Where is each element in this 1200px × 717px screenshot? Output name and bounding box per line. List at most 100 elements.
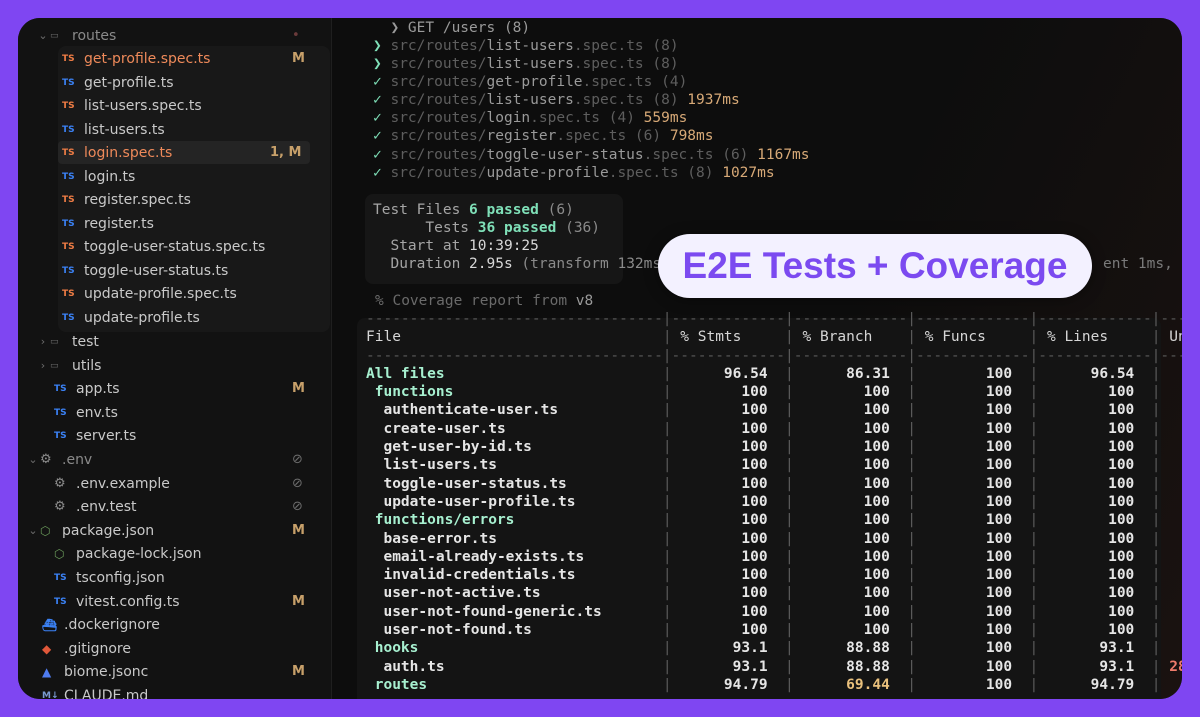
uncovered-lines-value	[1160, 476, 1169, 492]
table-row: authenticate-user.ts | 100 | 100 | 100 |…	[366, 401, 1182, 419]
folder-icon: ▭	[50, 30, 59, 41]
check-icon: ✓	[373, 165, 391, 181]
file-name: CLAUDE.md	[64, 687, 149, 700]
file-tree-item[interactable]: TS register.ts	[18, 212, 332, 235]
file-tree-item[interactable]: ⚙ .env.test ⊘	[18, 495, 332, 518]
coverage-stmts-value: 100	[671, 475, 786, 492]
table-row: functions/errors | 100 | 100 | 100 | 100…	[366, 511, 1182, 529]
column-separator: |	[785, 658, 794, 675]
file-name: login.spec.ts	[84, 144, 173, 161]
coverage-file-name: user-not-active.ts	[366, 585, 663, 602]
table-row: user-not-active.ts | 100 | 100 | 100 | 1…	[366, 584, 1182, 602]
coverage-lines-value: 100	[1038, 567, 1152, 584]
file-name: toggle-user-status.spec.ts	[84, 238, 266, 255]
file-name: get-profile.ts	[84, 74, 174, 91]
coverage-file-name: list-users.ts	[366, 457, 663, 474]
coverage-stmts-value: 100	[671, 439, 786, 456]
file-tree-item[interactable]: ⌄ ⚙ .env ⊘	[18, 448, 332, 471]
coverage-lines-value: 100	[1038, 493, 1152, 510]
check-icon: ✓	[373, 110, 391, 126]
file-name: biome.jsonc	[64, 663, 149, 680]
chevron-down-icon[interactable]: ⌄	[26, 524, 40, 537]
table-row: get-user-by-id.ts | 100 | 100 | 100 | 10…	[366, 438, 1182, 456]
file-tree-item[interactable]: ⚙ .env.example ⊘	[18, 472, 332, 495]
file-tree-item[interactable]: TS get-profile.spec.ts M	[18, 47, 332, 70]
column-separator: |	[785, 493, 794, 510]
column-separator: |	[1029, 512, 1039, 529]
coverage-file-name: get-user-by-id.ts	[366, 439, 663, 456]
column-separator: |	[1029, 365, 1039, 382]
file-name: tsconfig.json	[76, 569, 165, 586]
coverage-lines-value: 100	[1038, 402, 1152, 419]
file-tree-item[interactable]: ⬡ package-lock.json	[18, 542, 332, 565]
column-separator: |	[662, 365, 672, 382]
file-tree-item[interactable]: ⌄ ▭ routes •	[18, 24, 332, 47]
file-tree-item[interactable]: TS vitest.config.ts M	[18, 590, 332, 613]
typescript-icon: TS	[62, 312, 75, 323]
file-tree-item[interactable]: ⛴ .dockerignore	[18, 613, 332, 636]
coverage-stmts-value: 100	[671, 402, 786, 419]
coverage-stmts-value: 100	[671, 603, 786, 620]
file-name: package.json	[62, 522, 155, 539]
test-result-line: ✓ src/routes/update-profile.spec.ts (8) …	[373, 164, 775, 182]
typescript-test-icon: TS	[62, 53, 75, 64]
tsconfig-icon: TS	[54, 572, 67, 583]
coverage-stmts-value: 100	[671, 384, 786, 401]
column-separator: |	[1029, 457, 1039, 474]
chevron-right-icon[interactable]: ›	[36, 359, 50, 372]
uncovered-lines-value	[1160, 549, 1169, 565]
coverage-lines-value: 100	[1038, 530, 1152, 547]
file-tree-item[interactable]: TS update-profile.spec.ts	[18, 282, 332, 305]
git-status-badge: ⊘	[292, 452, 303, 467]
column-separator: |	[1029, 567, 1039, 584]
file-tree-item[interactable]: TS server.ts	[18, 424, 332, 447]
check-icon: ✓	[373, 92, 391, 108]
file-tree-item[interactable]: TS login.ts	[18, 165, 332, 188]
test-ms: 1167ms	[748, 147, 810, 163]
file-tree-item[interactable]: › ▭ test	[18, 330, 332, 353]
chevron-down-icon[interactable]: ⌄	[36, 29, 50, 42]
file-tree-item[interactable]: TS env.ts	[18, 401, 332, 424]
file-name: list-users.spec.ts	[84, 97, 202, 114]
file-tree-item[interactable]: TS app.ts M	[18, 377, 332, 400]
terminal-panel[interactable]: ❯ GET /users (8) ❯ src/routes/list-users.…	[333, 18, 1182, 699]
table-row: base-error.ts | 100 | 100 | 100 | 100 |	[366, 530, 1182, 548]
column-separator: |	[785, 567, 794, 584]
file-tree-item[interactable]: ▲ biome.jsonc M	[18, 660, 332, 683]
coverage-file-name: functions/errors	[366, 512, 663, 529]
coverage-branch-value: 86.31	[793, 365, 908, 382]
file-tree-item[interactable]: › ▭ utils	[18, 354, 332, 377]
file-tree-item[interactable]: TS tsconfig.json	[18, 566, 332, 589]
column-separator: |	[907, 329, 917, 346]
file-tree-item[interactable]: TS update-profile.ts	[18, 306, 332, 329]
file-tree-item[interactable]: TS toggle-user-status.spec.ts	[18, 235, 332, 258]
file-tree-item[interactable]: TS register.spec.ts	[18, 188, 332, 211]
column-header: % Branch	[793, 329, 908, 346]
file-tree-item[interactable]: TS get-profile.ts	[18, 71, 332, 94]
chevron-down-icon[interactable]: ⌄	[26, 453, 40, 466]
file-name: login.ts	[84, 168, 136, 185]
file-tree-item[interactable]: TS list-users.ts	[18, 118, 332, 141]
file-tree-item[interactable]: TS toggle-user-status.ts	[18, 259, 332, 282]
coverage-stmts-value: 100	[671, 512, 786, 529]
test-dir: src/routes/	[390, 110, 487, 126]
coverage-file-name: routes	[366, 676, 663, 693]
column-separator: |	[907, 475, 917, 492]
test-result-line: ✓ src/routes/get-profile.spec.ts (4)	[373, 73, 687, 91]
file-name: routes	[72, 27, 117, 44]
uncovered-lines-value	[1160, 384, 1169, 400]
file-tree-item[interactable]: TS login.spec.ts 1, M	[58, 141, 310, 164]
column-separator: |	[785, 402, 794, 419]
test-file: update-profile	[486, 165, 609, 181]
summary-start-at: Start at 10:39:25	[390, 238, 539, 254]
column-separator: |	[662, 493, 672, 510]
file-name: .env.test	[76, 498, 137, 515]
coverage-file-name: All files	[366, 365, 663, 382]
chevron-right-icon[interactable]: ›	[36, 335, 50, 348]
column-header: % Stmts	[671, 329, 786, 346]
file-tree-item[interactable]: ⌄ ⬡ package.json M	[18, 519, 332, 542]
file-tree-item[interactable]: ◆ .gitignore	[18, 637, 332, 660]
file-tree-item[interactable]: TS list-users.spec.ts	[18, 94, 332, 117]
gear-icon: ⚙	[40, 452, 52, 467]
file-tree-item[interactable]: M↓ CLAUDE.md	[18, 684, 332, 700]
